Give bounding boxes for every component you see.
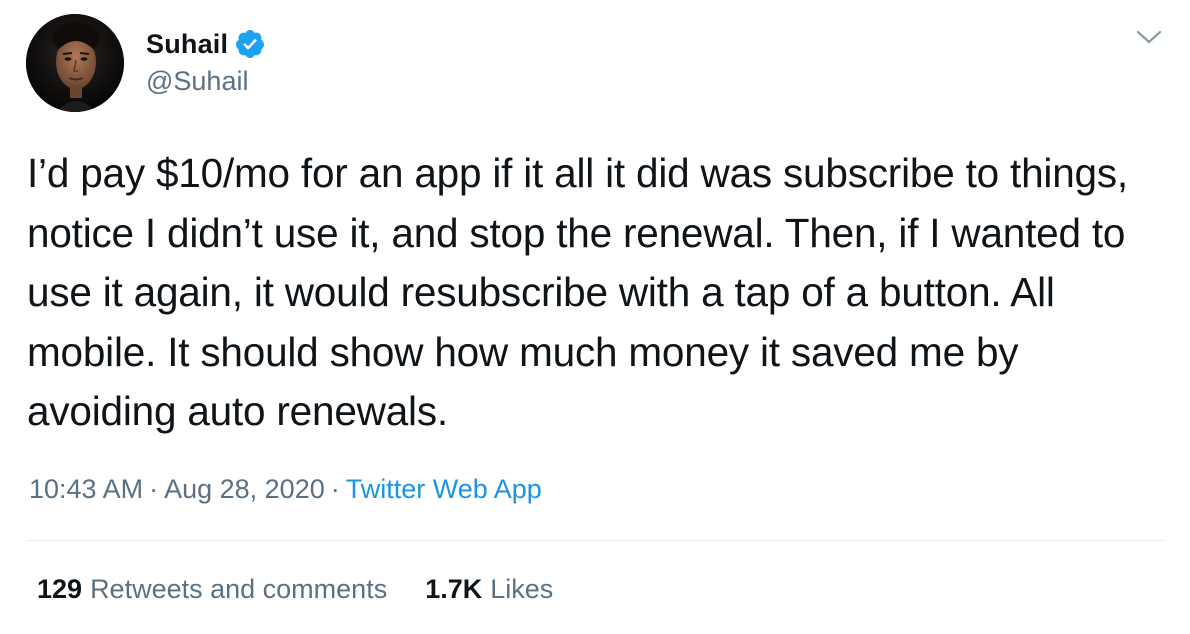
meta-separator: · <box>149 474 159 504</box>
display-name[interactable]: Suhail <box>146 29 228 60</box>
meta-separator: · <box>330 474 340 504</box>
avatar[interactable] <box>26 14 124 112</box>
tweet-time[interactable]: 10:43 AM <box>29 474 143 504</box>
tweet-source-link[interactable]: Twitter Web App <box>346 474 542 504</box>
likes-label: Likes <box>490 574 554 604</box>
likes-count: 1.7K <box>425 574 483 604</box>
tweet-text: I’d pay $10/mo for an app if it all it d… <box>27 150 1128 434</box>
retweets-count: 129 <box>37 574 83 604</box>
tweet-date[interactable]: Aug 28, 2020 <box>164 474 325 504</box>
retweets-stat[interactable]: 129 Retweets and comments <box>37 574 387 605</box>
retweets-label: Retweets and comments <box>90 574 388 604</box>
author-handle[interactable]: @Suhail <box>146 66 248 97</box>
tweet-stats: 129 Retweets and comments 1.7K Likes <box>37 574 553 605</box>
profile-photo-icon <box>26 14 124 112</box>
chevron-down-icon[interactable] <box>1134 26 1164 48</box>
tweet-card: Suhail @Suhail I’d pay $10/mo for an app… <box>0 0 1190 634</box>
verified-badge-icon <box>236 30 265 58</box>
likes-stat[interactable]: 1.7K Likes <box>425 574 553 605</box>
tweet-meta: 10:43 AM · Aug 28, 2020 · Twitter Web App <box>29 474 542 505</box>
divider <box>26 540 1164 541</box>
author-name-row: Suhail <box>146 24 266 64</box>
